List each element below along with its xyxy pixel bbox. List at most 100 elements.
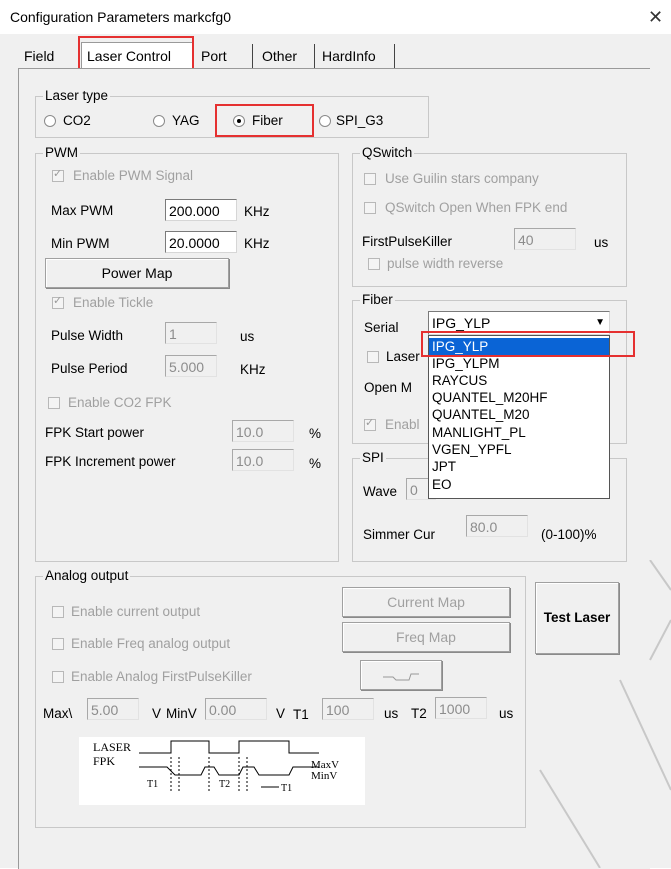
pulse-width-input[interactable]: 1: [165, 322, 217, 344]
fiber-laser-checkbox[interactable]: [367, 351, 379, 363]
pulse-waveform-icon: [383, 673, 419, 681]
fiber-legend: Fiber: [360, 292, 395, 308]
min-pwm-input[interactable]: 20.0000: [165, 231, 237, 253]
dropdown-option[interactable]: VGEN_YPFL: [429, 441, 609, 458]
max-pwm-input[interactable]: 200.000: [165, 199, 237, 221]
enable-pwm-checkbox[interactable]: [52, 167, 64, 182]
t1-input[interactable]: 100: [322, 698, 374, 720]
qswitch-legend: QSwitch: [360, 145, 415, 161]
pulse-period-label: Pulse Period: [51, 361, 128, 376]
simmer-cur-unit: (0-100)%: [541, 527, 597, 542]
highlight-fiber-radio: [215, 104, 314, 137]
enable-tickle-label: Enable Tickle: [73, 295, 154, 310]
dropdown-option[interactable]: QUANTEL_M20: [429, 406, 609, 423]
enable-co2-fpk-checkbox[interactable]: [48, 397, 60, 409]
radio-co2[interactable]: [44, 115, 56, 127]
minv-label: MinV: [166, 706, 197, 721]
fpk-start-label: FPK Start power: [45, 425, 145, 440]
dropdown-option[interactable]: JPT: [429, 458, 609, 475]
use-guilin-label: Use Guilin stars company: [385, 171, 539, 186]
tab-separator: [394, 44, 395, 68]
pulse-reverse-checkbox[interactable]: [368, 258, 380, 270]
enable-analog-fpk-checkbox[interactable]: [52, 671, 64, 683]
diagram-minv-label: MinV: [311, 770, 338, 782]
power-map-button[interactable]: Power Map: [45, 258, 229, 288]
max-pwm-label: Max PWM: [51, 203, 114, 218]
laser-type-legend: Laser type: [43, 88, 111, 104]
enable-current-label: Enable current output: [71, 604, 201, 619]
fpk-timing-diagram: LASER FPK MaxV MinV T1 T2 T1: [79, 737, 365, 805]
t2-label: T2: [411, 706, 427, 721]
enable-current-checkbox[interactable]: [52, 606, 64, 618]
enable-co2-fpk-label: Enable CO2 FPK: [68, 395, 172, 410]
window-title: Configuration Parameters markcfg0: [10, 9, 231, 25]
t2-unit: us: [499, 706, 514, 721]
dropdown-option[interactable]: MANLIGHT_PL: [429, 424, 609, 441]
maxv-label: Max\: [43, 706, 73, 721]
radio-yag-label[interactable]: YAG: [172, 113, 200, 129]
fpk-inc-unit: %: [309, 456, 322, 471]
min-pwm-unit: KHz: [244, 236, 270, 251]
simmer-cur-label: Simmer Cur: [363, 527, 436, 542]
pulse-width-unit: us: [240, 329, 255, 344]
background-diagonal-lines: [539, 560, 671, 868]
first-pulse-killer-unit: us: [594, 235, 609, 250]
t2-input[interactable]: 1000: [435, 697, 487, 719]
enable-freq-label: Enable Freq analog output: [71, 636, 231, 651]
dropdown-option[interactable]: IPG_YLPM: [429, 355, 609, 372]
t1-label: T1: [293, 707, 309, 722]
wave-label: Wave: [363, 484, 398, 499]
diagram-laser-label: LASER: [93, 740, 132, 754]
highlight-ipg-ylp-option: [421, 331, 635, 357]
t1-unit: us: [384, 706, 399, 721]
minv-input[interactable]: 0.00: [205, 698, 267, 720]
tab-other[interactable]: Other: [262, 44, 297, 68]
maxv-input[interactable]: 5.00: [87, 698, 139, 720]
serial-dropdown-list: IPG_YLP IPG_YLPM RAYCUS QUANTEL_M20HF QU…: [428, 335, 610, 499]
fiber-enable-checkbox[interactable]: [364, 416, 376, 431]
simmer-cur-input[interactable]: 80.0: [466, 515, 528, 537]
pulse-width-label: Pulse Width: [51, 328, 124, 343]
fpk-inc-label: FPK Increment power: [45, 454, 176, 469]
current-map-button[interactable]: Current Map: [342, 587, 510, 617]
serial-select-value: IPG_YLP: [432, 315, 491, 331]
tab-field[interactable]: Field: [24, 44, 54, 68]
radio-spi-g3[interactable]: [319, 115, 331, 127]
first-pulse-killer-input[interactable]: 40: [514, 228, 576, 250]
maxv-unit: V: [152, 706, 162, 721]
close-icon[interactable]: ✕: [648, 7, 663, 28]
fpk-start-unit: %: [309, 426, 322, 441]
dropdown-option[interactable]: RAYCUS: [429, 372, 609, 389]
pwm-legend: PWM: [43, 145, 80, 161]
freq-map-button[interactable]: Freq Map: [342, 622, 510, 652]
analog-output-legend: Analog output: [43, 568, 131, 584]
minv-unit: V: [276, 706, 286, 721]
pulse-period-input[interactable]: 5.000: [165, 355, 217, 377]
fiber-laser-label: Laser: [386, 349, 420, 364]
pulse-period-unit: KHz: [240, 362, 266, 377]
dropdown-option[interactable]: QUANTEL_M20HF: [429, 389, 609, 406]
enable-tickle-checkbox[interactable]: [52, 294, 64, 309]
fpk-inc-input[interactable]: 10.0: [232, 449, 294, 471]
fpk-start-input[interactable]: 10.0: [232, 420, 294, 442]
config-dialog: Configuration Parameters markcfg0 ✕ Fiel…: [0, 0, 671, 869]
diagram-fpk-label: FPK: [93, 754, 116, 768]
radio-co2-label[interactable]: CO2: [63, 113, 91, 129]
fiber-open-label: Open M: [364, 380, 413, 395]
tab-port[interactable]: Port: [201, 44, 227, 68]
diagram-t2-label: T2: [219, 779, 231, 790]
pulse-shape-button[interactable]: [360, 660, 442, 690]
use-guilin-checkbox[interactable]: [364, 173, 376, 185]
tab-hardinfo[interactable]: HardInfo: [322, 44, 376, 68]
radio-spi-g3-label[interactable]: SPI_G3: [336, 113, 383, 129]
dropdown-option[interactable]: EO: [429, 476, 609, 493]
radio-yag[interactable]: [153, 115, 165, 127]
diagram-t1-label: T1: [147, 779, 159, 790]
serial-label: Serial: [364, 320, 399, 335]
qswitch-open-label: QSwitch Open When FPK end: [385, 200, 568, 215]
enable-freq-checkbox[interactable]: [52, 638, 64, 650]
enable-analog-fpk-label: Enable Analog FirstPulseKiller: [71, 669, 252, 684]
enable-pwm-label: Enable PWM Signal: [73, 168, 194, 183]
qswitch-open-checkbox[interactable]: [364, 202, 376, 214]
min-pwm-label: Min PWM: [51, 236, 110, 251]
